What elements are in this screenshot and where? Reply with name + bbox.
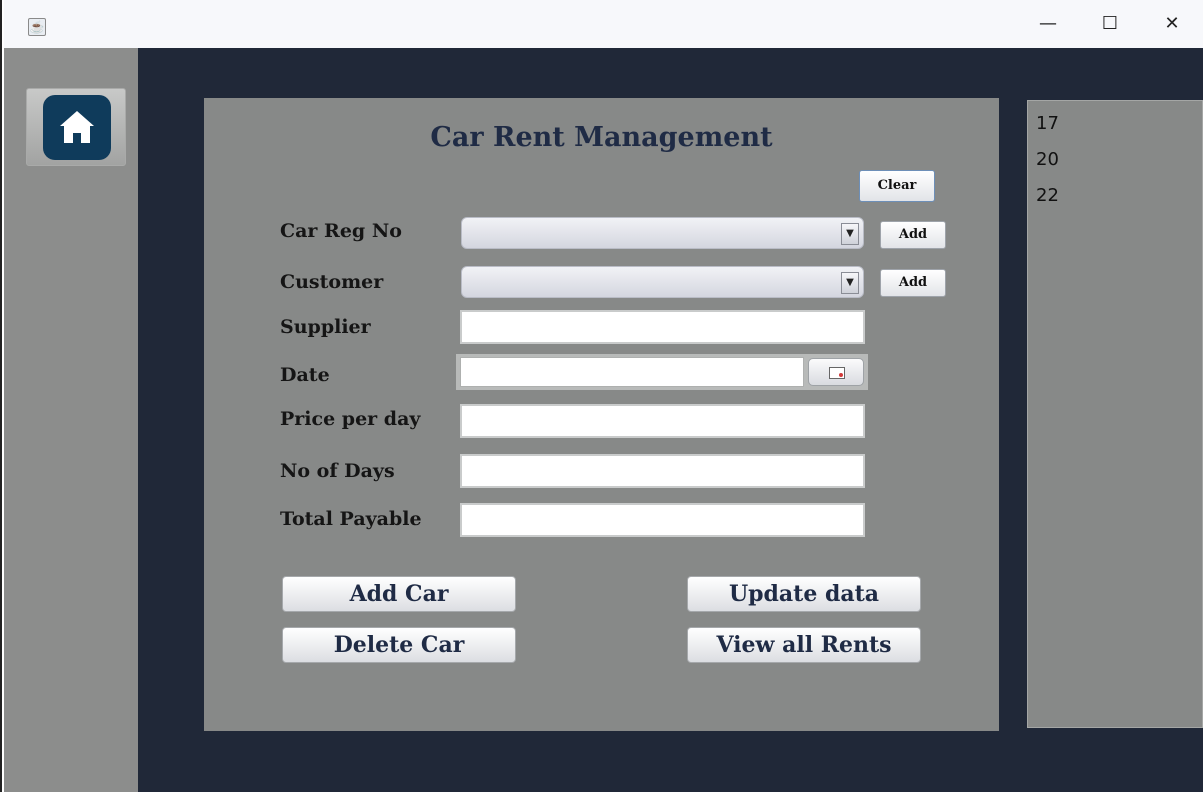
rent-id-list[interactable]: 17 20 22 bbox=[1027, 100, 1203, 728]
add-customer-button[interactable]: Add bbox=[880, 269, 946, 297]
date-label: Date bbox=[280, 364, 330, 386]
total-payable-label: Total Payable bbox=[280, 508, 422, 530]
list-item[interactable]: 17 bbox=[1036, 113, 1059, 134]
customer-label: Customer bbox=[280, 271, 384, 293]
list-item[interactable]: 22 bbox=[1036, 185, 1059, 206]
maximize-button[interactable]: ☐ bbox=[1098, 12, 1122, 36]
calendar-button[interactable] bbox=[808, 358, 864, 386]
sidebar bbox=[4, 48, 138, 792]
home-icon bbox=[43, 95, 111, 160]
calendar-icon bbox=[829, 367, 845, 379]
clear-button[interactable]: Clear bbox=[859, 170, 935, 202]
no-of-days-label: No of Days bbox=[280, 460, 395, 482]
list-item[interactable]: 20 bbox=[1036, 149, 1059, 170]
title-bar: ☕ — ☐ ✕ bbox=[4, 0, 1203, 48]
car-reg-label: Car Reg No bbox=[280, 220, 402, 242]
chevron-down-icon[interactable]: ▼ bbox=[841, 223, 859, 245]
home-button[interactable] bbox=[26, 88, 126, 166]
date-picker bbox=[456, 354, 868, 390]
app-window: ☕ — ☐ ✕ Car Rent Management Clear Car Re… bbox=[0, 0, 1203, 792]
car-reg-select[interactable]: ▼ bbox=[461, 217, 864, 249]
page-title: Car Rent Management bbox=[430, 122, 773, 153]
add-car-button[interactable]: Add Car bbox=[282, 576, 516, 612]
supplier-label: Supplier bbox=[280, 316, 371, 338]
chevron-down-icon[interactable]: ▼ bbox=[841, 272, 859, 294]
customer-select[interactable]: ▼ bbox=[461, 266, 864, 298]
minimize-button[interactable]: — bbox=[1036, 12, 1060, 36]
price-per-day-label: Price per day bbox=[280, 408, 421, 430]
delete-car-button[interactable]: Delete Car bbox=[282, 627, 516, 663]
add-car-reg-button[interactable]: Add bbox=[880, 221, 946, 249]
view-all-rents-button[interactable]: View all Rents bbox=[687, 627, 921, 663]
date-field[interactable] bbox=[460, 357, 804, 387]
no-of-days-field[interactable] bbox=[460, 454, 865, 488]
update-data-button[interactable]: Update data bbox=[687, 576, 921, 612]
total-payable-field[interactable] bbox=[460, 503, 865, 537]
close-button[interactable]: ✕ bbox=[1160, 12, 1184, 36]
java-app-icon: ☕ bbox=[28, 18, 46, 36]
price-per-day-field[interactable] bbox=[460, 404, 865, 438]
supplier-field[interactable] bbox=[460, 310, 865, 344]
